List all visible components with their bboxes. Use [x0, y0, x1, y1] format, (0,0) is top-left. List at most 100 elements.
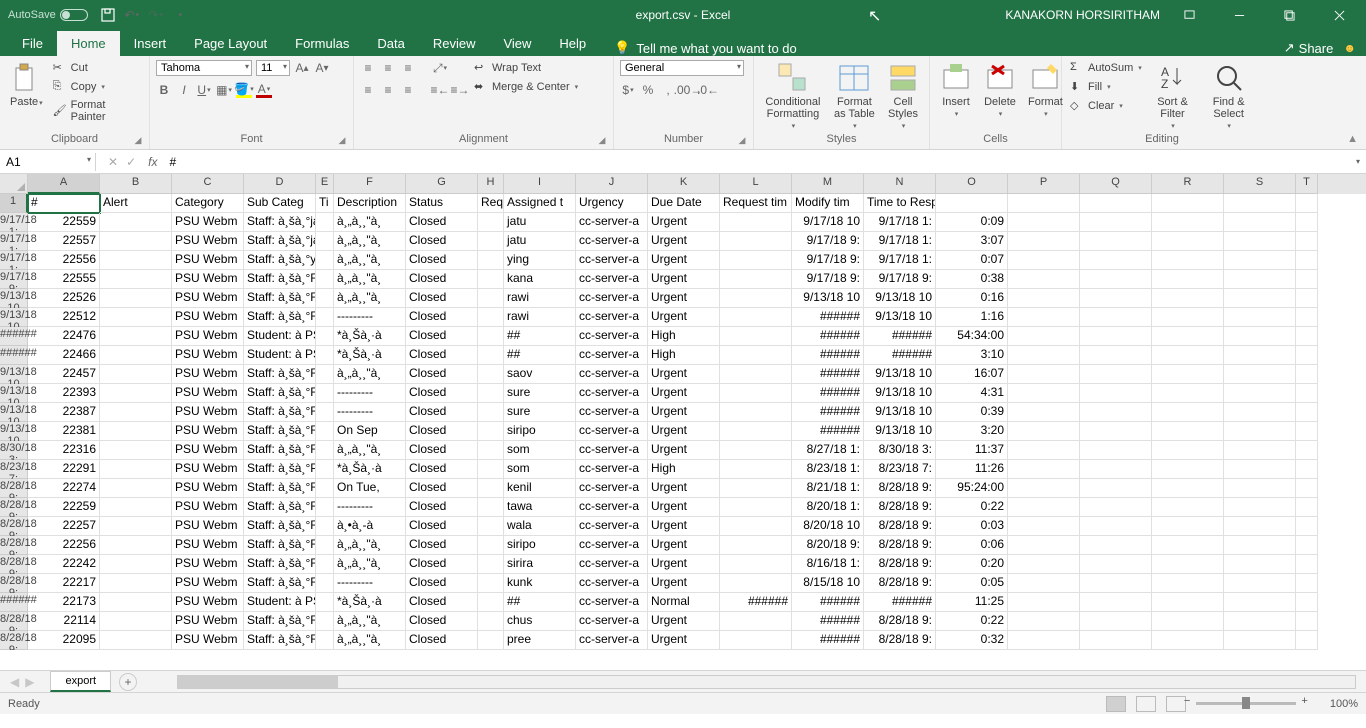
cell[interactable]: Staff: à¸šà¸°Fv: [244, 365, 316, 384]
cell[interactable]: Closed: [406, 251, 478, 270]
cell[interactable]: Urgent: [648, 384, 720, 403]
cell[interactable]: cc-server-a: [576, 232, 648, 251]
cell[interactable]: jatu: [504, 213, 576, 232]
cell[interactable]: Urgent: [648, 631, 720, 650]
cell[interactable]: [720, 213, 792, 232]
column-header-B[interactable]: B: [100, 174, 172, 194]
cell[interactable]: Staff: à¸šà¸°PS: [244, 460, 316, 479]
cell[interactable]: [1152, 479, 1224, 498]
cell[interactable]: [1008, 517, 1080, 536]
cell[interactable]: [100, 422, 172, 441]
cell[interactable]: [478, 536, 504, 555]
cell[interactable]: Urgent: [648, 574, 720, 593]
column-header-M[interactable]: M: [792, 174, 864, 194]
cell[interactable]: Staff: à¸šà¸°ja: [244, 232, 316, 251]
cell[interactable]: [316, 631, 334, 650]
cell[interactable]: 22381: [28, 422, 100, 441]
row-header[interactable]: 9/13/18 10: [0, 308, 28, 327]
cell[interactable]: cc-server-a: [576, 384, 648, 403]
horizontal-scrollbar[interactable]: [177, 675, 1356, 689]
cell[interactable]: [1008, 612, 1080, 631]
cell[interactable]: [1008, 422, 1080, 441]
cell[interactable]: 9/17/18 10: [792, 213, 864, 232]
cell[interactable]: [478, 593, 504, 612]
cell[interactable]: PSU Webm: [172, 365, 244, 384]
cell[interactable]: 22526: [28, 289, 100, 308]
cell[interactable]: [478, 232, 504, 251]
cell[interactable]: [478, 213, 504, 232]
row-header[interactable]: 8/23/18 7:: [0, 460, 28, 479]
cell[interactable]: [478, 441, 504, 460]
cell[interactable]: [100, 555, 172, 574]
cell[interactable]: Closed: [406, 631, 478, 650]
font-name-combo[interactable]: Tahoma: [156, 60, 252, 76]
dialog-launcher-icon[interactable]: ◢: [737, 135, 747, 145]
cell[interactable]: [1080, 498, 1152, 517]
user-profile[interactable]: KANAKORN HORSIRITHAM: [1005, 8, 1160, 22]
decrease-indent-icon[interactable]: ≡←: [432, 82, 448, 98]
align-bottom-icon[interactable]: ≡: [400, 60, 416, 76]
increase-indent-icon[interactable]: ≡→: [452, 82, 468, 98]
cell[interactable]: Closed: [406, 308, 478, 327]
cancel-formula-icon[interactable]: ✕: [108, 155, 118, 169]
cell[interactable]: [478, 574, 504, 593]
cell[interactable]: à¸•à¸-à: [334, 517, 406, 536]
row-header[interactable]: 9/17/18 1:: [0, 232, 28, 251]
cell[interactable]: 22393: [28, 384, 100, 403]
cell[interactable]: PSU Webm: [172, 251, 244, 270]
cell[interactable]: [1080, 327, 1152, 346]
fill-color-icon[interactable]: 🪣▾: [236, 82, 252, 98]
cell[interactable]: [720, 251, 792, 270]
cell[interactable]: Staff: à¸šà¸°Fv: [244, 441, 316, 460]
cell[interactable]: [1080, 593, 1152, 612]
cell[interactable]: 9/17/18 1:: [864, 213, 936, 232]
cell[interactable]: [1224, 194, 1296, 213]
tab-home[interactable]: Home: [57, 31, 120, 56]
undo-icon[interactable]: ↶▾: [124, 7, 140, 23]
align-center-icon[interactable]: ≡: [380, 82, 396, 98]
cell[interactable]: Closed: [406, 517, 478, 536]
cell[interactable]: [1296, 422, 1318, 441]
cell[interactable]: Due Date: [648, 194, 720, 213]
sheet-nav-prev-icon[interactable]: ◀: [10, 675, 19, 689]
decrease-decimal-icon[interactable]: .0←: [700, 82, 716, 98]
cell[interactable]: 0:22: [936, 612, 1008, 631]
autosum-button[interactable]: ΣAutoSum▾: [1068, 60, 1144, 76]
cell[interactable]: [478, 365, 504, 384]
cell[interactable]: *à¸Šà¸·à: [334, 346, 406, 365]
font-color-icon[interactable]: A▾: [256, 82, 272, 98]
cell[interactable]: 8/28/18 9:: [864, 555, 936, 574]
cell[interactable]: [1008, 213, 1080, 232]
cell[interactable]: [1296, 384, 1318, 403]
cell[interactable]: [720, 441, 792, 460]
cell[interactable]: Closed: [406, 346, 478, 365]
cell[interactable]: [100, 213, 172, 232]
cell[interactable]: 3:10: [936, 346, 1008, 365]
zoom-slider[interactable]: [1196, 702, 1296, 705]
cell[interactable]: Urgent: [648, 536, 720, 555]
cell[interactable]: ying: [504, 251, 576, 270]
dialog-launcher-icon[interactable]: ◢: [597, 135, 607, 145]
cell[interactable]: siripo: [504, 422, 576, 441]
cell[interactable]: Urgent: [648, 441, 720, 460]
cell[interactable]: [1296, 631, 1318, 650]
cell[interactable]: [1008, 327, 1080, 346]
tab-data[interactable]: Data: [363, 31, 418, 56]
cell[interactable]: cc-server-a: [576, 593, 648, 612]
cell[interactable]: 9/13/18 10: [864, 422, 936, 441]
cell[interactable]: Request tim: [720, 194, 792, 213]
cell[interactable]: à¸„à¸¸"à¸: [334, 555, 406, 574]
cell[interactable]: 9/13/18 10: [864, 384, 936, 403]
cell[interactable]: 0:05: [936, 574, 1008, 593]
cell[interactable]: [936, 194, 1008, 213]
cell[interactable]: à¸„à¸¸"à¸: [334, 232, 406, 251]
cell[interactable]: Urgent: [648, 289, 720, 308]
cell[interactable]: 3:20: [936, 422, 1008, 441]
paste-button[interactable]: Paste▾: [6, 60, 47, 110]
cell[interactable]: Urgent: [648, 422, 720, 441]
cell[interactable]: Staff: à¸šà¸°Fv: [244, 498, 316, 517]
cell[interactable]: 0:38: [936, 270, 1008, 289]
cell[interactable]: [1296, 536, 1318, 555]
cell[interactable]: Closed: [406, 460, 478, 479]
cell[interactable]: Closed: [406, 384, 478, 403]
